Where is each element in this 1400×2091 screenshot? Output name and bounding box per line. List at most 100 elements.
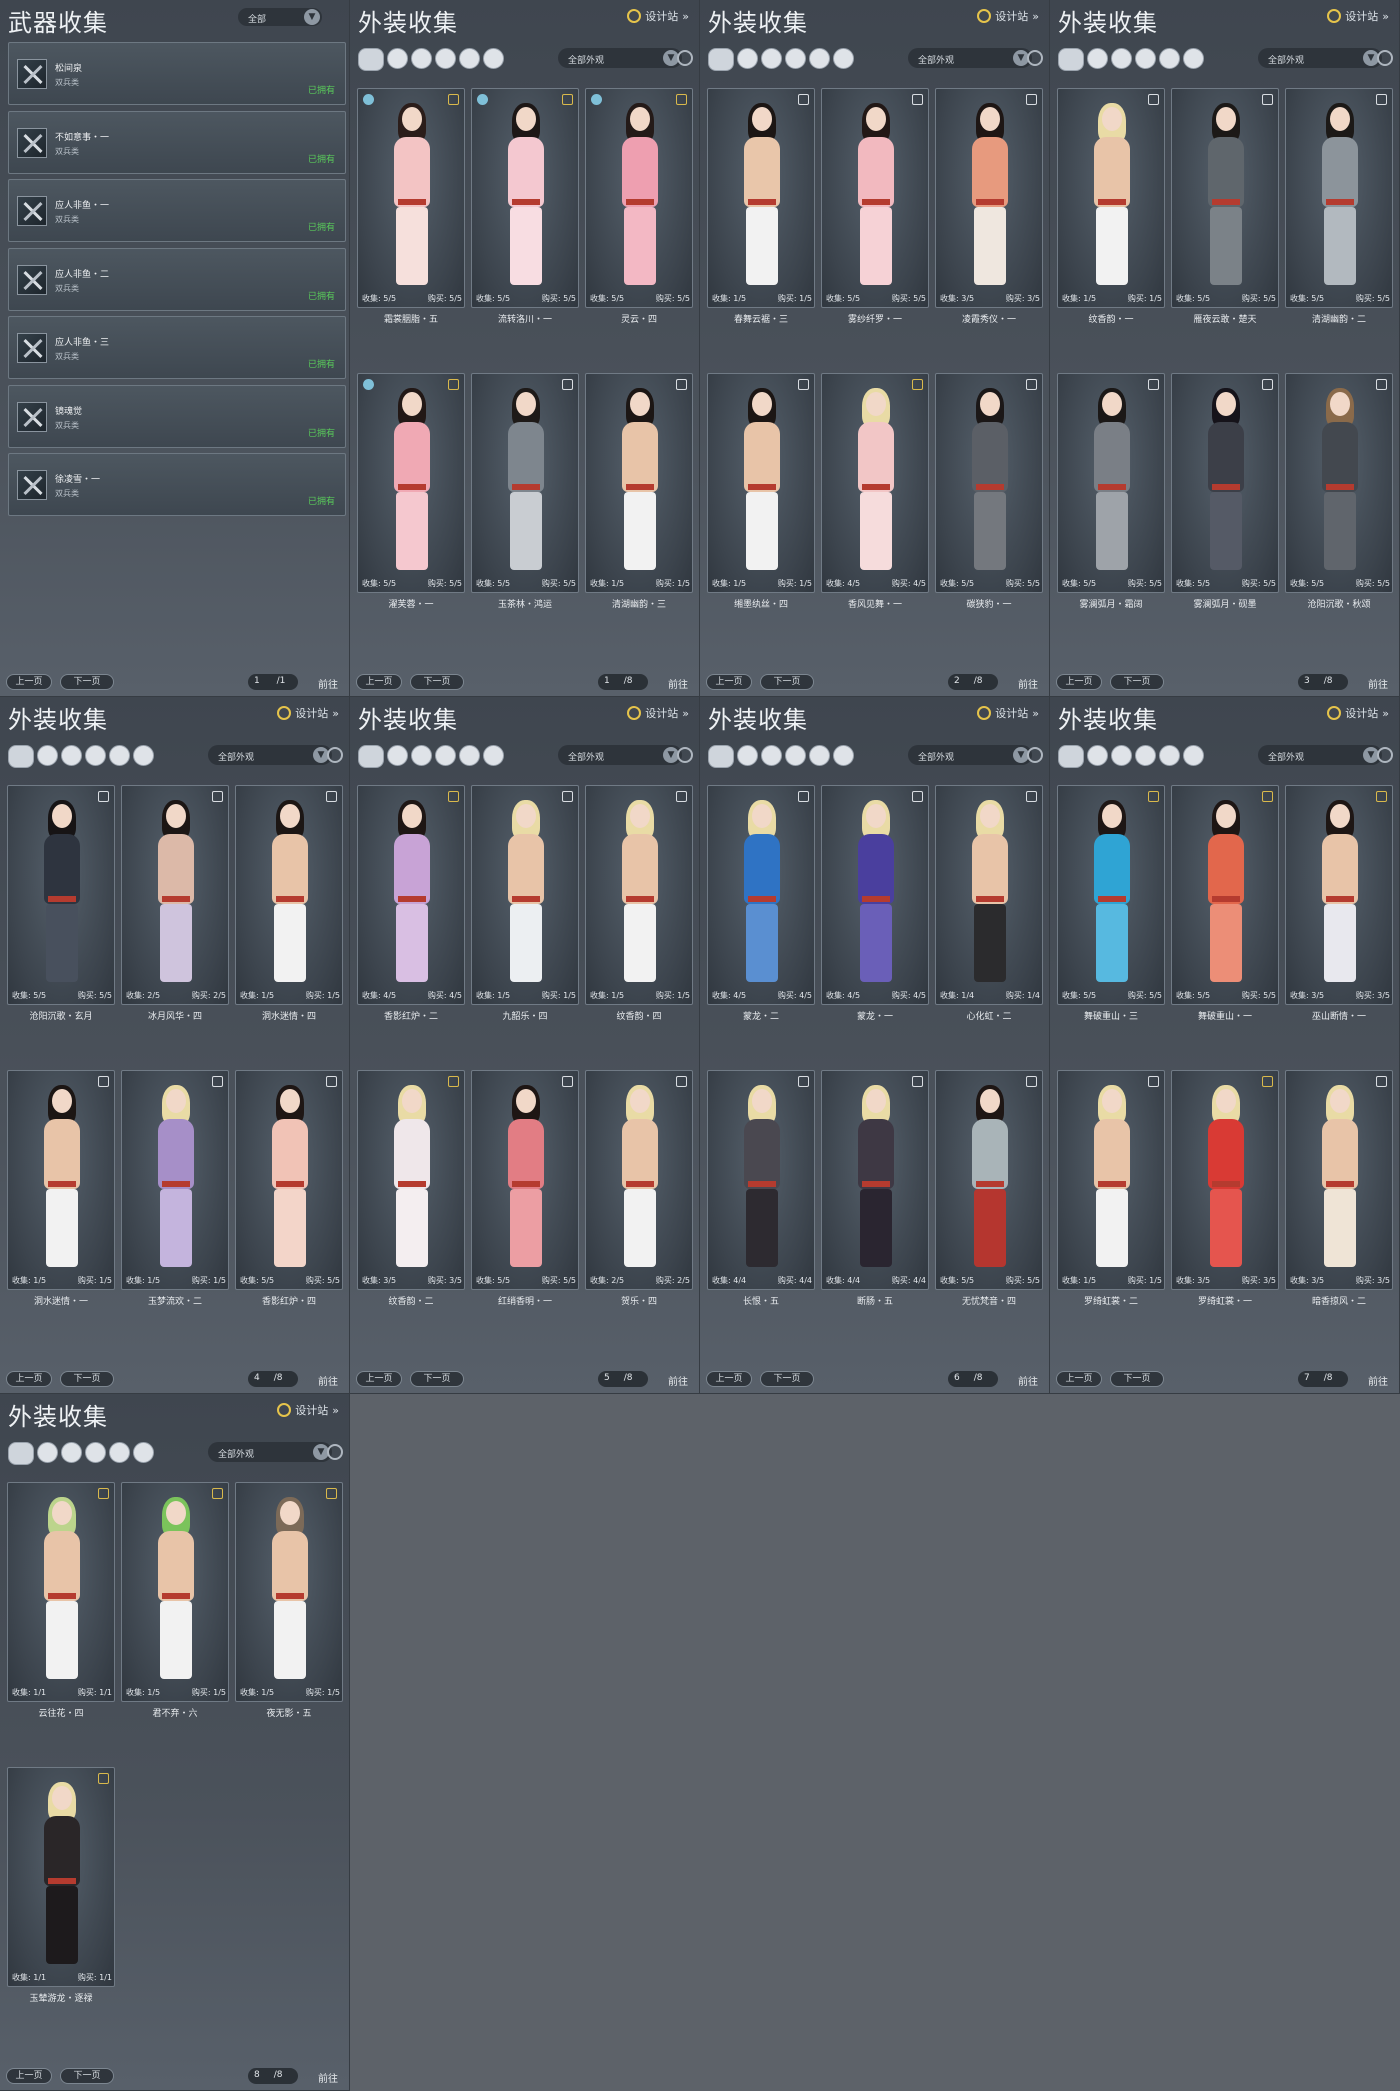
trade-icon[interactable]	[676, 791, 687, 802]
outfit-card[interactable]: 收集: 5/5 购买: 5/5	[1285, 373, 1393, 593]
next-page-button[interactable]: 下一页	[760, 1371, 814, 1387]
trade-icon[interactable]	[562, 379, 573, 390]
jump-button[interactable]: 前往	[318, 2070, 338, 2085]
bag-icon[interactable]	[98, 1488, 109, 1499]
weapon-row[interactable]: 应人非鱼・一 双兵类 已拥有	[8, 179, 346, 242]
trade-icon[interactable]	[1262, 94, 1273, 105]
next-page-button[interactable]: 下一页	[1110, 674, 1164, 690]
trade-icon[interactable]	[1026, 94, 1037, 105]
outfit-card[interactable]: 收集: 4/5 购买: 4/5	[821, 785, 929, 1005]
outfit-card[interactable]: 收集: 3/5 购买: 3/5	[1285, 785, 1393, 1005]
designer-link[interactable]: 设计站»	[627, 705, 689, 721]
scroll-category-icon[interactable]	[1183, 48, 1204, 69]
bag-icon[interactable]	[448, 94, 459, 105]
outfit-card[interactable]: 收集: 1/5 购买: 1/5	[585, 373, 693, 593]
prev-page-button[interactable]: 上一页	[6, 1371, 52, 1387]
page-number-input[interactable]: 3/8	[1298, 674, 1348, 690]
next-page-button[interactable]: 下一页	[60, 1371, 114, 1387]
page-number-input[interactable]: 8/8	[248, 2068, 298, 2084]
page-number-input[interactable]: 7/8	[1298, 1371, 1348, 1387]
filter-settings-icon[interactable]	[327, 747, 343, 763]
filter-settings-icon[interactable]	[1377, 50, 1393, 66]
outfit-filter-dropdown[interactable]: 全部外观 ▼	[1258, 48, 1382, 68]
bag-icon[interactable]	[676, 94, 687, 105]
page-number-input[interactable]: 4/8	[248, 1371, 298, 1387]
trade-icon[interactable]	[1376, 1076, 1387, 1087]
trade-icon[interactable]	[1376, 379, 1387, 390]
designer-link[interactable]: 设计站»	[627, 8, 689, 24]
trade-icon[interactable]	[798, 1076, 809, 1087]
scroll-category-icon[interactable]	[133, 745, 154, 766]
jump-button[interactable]: 前往	[318, 1373, 338, 1388]
jump-button[interactable]: 前往	[1368, 1373, 1388, 1388]
page-number-input[interactable]: 6/8	[948, 1371, 998, 1387]
outfit-card[interactable]: 收集: 1/1 购买: 1/1	[7, 1767, 115, 1987]
outfit-card[interactable]: 收集: 4/4 购买: 4/4	[821, 1070, 929, 1290]
trade-icon[interactable]	[912, 1076, 923, 1087]
trade-icon[interactable]	[562, 1076, 573, 1087]
outfit-card[interactable]: 收集: 1/4 购买: 1/4	[935, 785, 1043, 1005]
trade-icon[interactable]	[798, 791, 809, 802]
clothes-category-icon[interactable]	[1087, 745, 1108, 766]
outfit-card[interactable]: 收集: 1/5 购买: 1/5	[7, 1070, 115, 1290]
weapon-category-icon[interactable]	[435, 48, 456, 69]
filter-settings-icon[interactable]	[677, 50, 693, 66]
hair-category-icon[interactable]	[1111, 745, 1132, 766]
outfit-card[interactable]: 收集: 5/5 购买: 5/5	[1171, 373, 1279, 593]
scroll-category-icon[interactable]	[133, 1442, 154, 1463]
scroll-category-icon[interactable]	[1183, 745, 1204, 766]
hair-category-icon[interactable]	[61, 1442, 82, 1463]
outfit-card[interactable]: 收集: 5/5 购买: 5/5	[471, 88, 579, 308]
trade-icon[interactable]	[212, 1076, 223, 1087]
filter-settings-icon[interactable]	[677, 747, 693, 763]
outfit-card[interactable]: 收集: 5/5 购买: 5/5	[821, 88, 929, 308]
outfit-card[interactable]: 收集: 5/5 购买: 5/5	[235, 1070, 343, 1290]
weapon-category-icon[interactable]	[435, 745, 456, 766]
outfit-card[interactable]: 收集: 1/5 购买: 1/5	[121, 1482, 229, 1702]
hair-category-icon[interactable]	[1111, 48, 1132, 69]
weapon-row[interactable]: 徐凌雪・一 双兵类 已拥有	[8, 453, 346, 516]
all-category-icon[interactable]	[358, 745, 384, 768]
outfit-card[interactable]: 收集: 5/5 购买: 5/5	[935, 1070, 1043, 1290]
page-number-input[interactable]: 2/8	[948, 674, 998, 690]
next-page-button[interactable]: 下一页	[410, 674, 464, 690]
all-category-icon[interactable]	[708, 745, 734, 768]
outfit-card[interactable]: 收集: 2/5 购买: 2/5	[585, 1070, 693, 1290]
bag-icon[interactable]	[1262, 1076, 1273, 1087]
filter-settings-icon[interactable]	[1027, 50, 1043, 66]
weapon-filter-dropdown[interactable]: 全部 ▼	[238, 8, 322, 26]
outfit-card[interactable]: 收集: 5/5 购买: 5/5	[1171, 785, 1279, 1005]
next-page-button[interactable]: 下一页	[410, 1371, 464, 1387]
page-number-input[interactable]: 5/8	[598, 1371, 648, 1387]
hair-category-icon[interactable]	[761, 48, 782, 69]
next-page-button[interactable]: 下一页	[60, 674, 114, 690]
jump-button[interactable]: 前往	[318, 676, 338, 691]
outfit-card[interactable]: 收集: 4/4 购买: 4/4	[707, 1070, 815, 1290]
outfit-card[interactable]: 收集: 1/5 购买: 1/5	[235, 1482, 343, 1702]
filter-settings-icon[interactable]	[327, 1444, 343, 1460]
outfit-card[interactable]: 收集: 1/1 购买: 1/1	[7, 1482, 115, 1702]
trade-icon[interactable]	[326, 791, 337, 802]
prev-page-button[interactable]: 上一页	[6, 2068, 52, 2084]
bag-icon[interactable]	[326, 1488, 337, 1499]
outfit-card[interactable]: 收集: 5/5 购买: 5/5	[1285, 88, 1393, 308]
designer-link[interactable]: 设计站»	[1327, 705, 1389, 721]
trade-icon[interactable]	[1148, 94, 1159, 105]
jump-button[interactable]: 前往	[668, 676, 688, 691]
mount-category-icon[interactable]	[459, 48, 480, 69]
outfit-card[interactable]: 收集: 5/5 购买: 5/5	[7, 785, 115, 1005]
bag-icon[interactable]	[212, 1488, 223, 1499]
trade-icon[interactable]	[912, 791, 923, 802]
prev-page-button[interactable]: 上一页	[706, 674, 752, 690]
trade-icon[interactable]	[562, 791, 573, 802]
next-page-button[interactable]: 下一页	[60, 2068, 114, 2084]
outfit-card[interactable]: 收集: 1/5 购买: 1/5	[707, 373, 815, 593]
weapon-row[interactable]: 松间泉 双兵类 已拥有	[8, 42, 346, 105]
filter-settings-icon[interactable]	[1027, 747, 1043, 763]
clothes-category-icon[interactable]	[1087, 48, 1108, 69]
designer-link[interactable]: 设计站»	[277, 705, 339, 721]
trade-icon[interactable]	[1148, 379, 1159, 390]
jump-button[interactable]: 前往	[1018, 676, 1038, 691]
weapon-row[interactable]: 应人非鱼・三 双兵类 已拥有	[8, 316, 346, 379]
outfit-filter-dropdown[interactable]: 全部外观 ▼	[908, 745, 1032, 765]
